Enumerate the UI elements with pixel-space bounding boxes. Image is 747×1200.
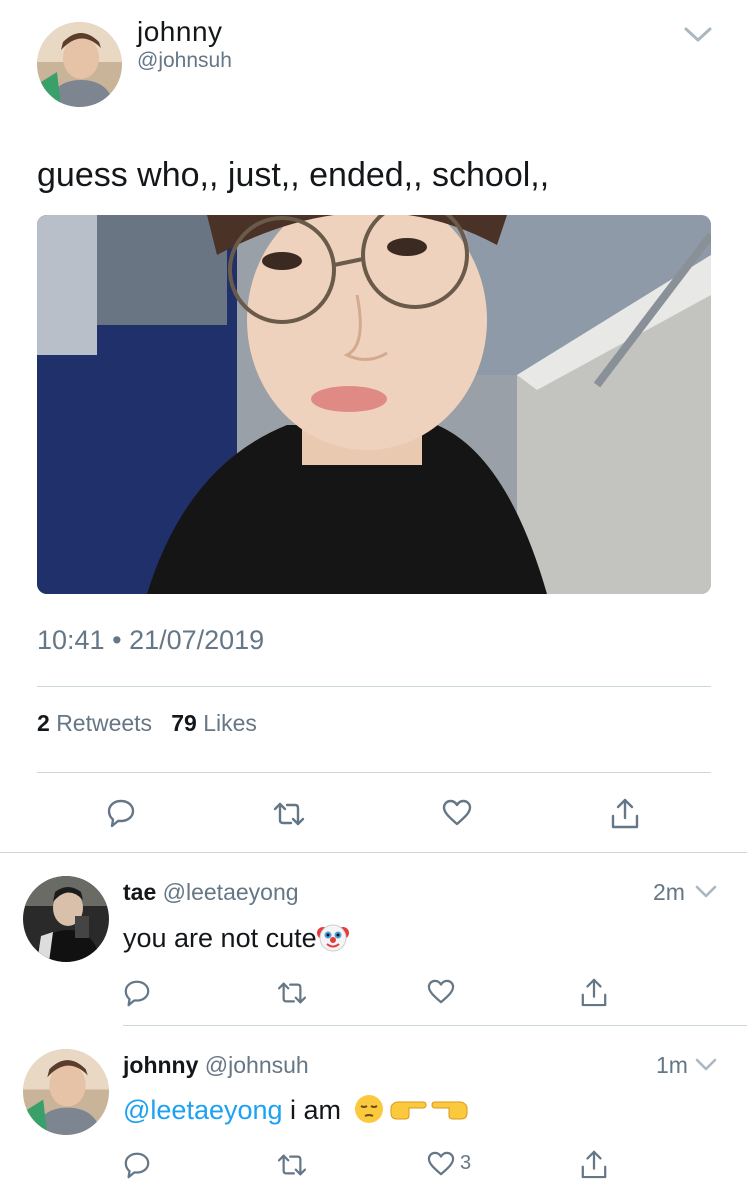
likes-label: Likes [203, 710, 257, 736]
reply-icon[interactable] [123, 979, 151, 1007]
retweets-count: 2 [37, 710, 50, 736]
likes-count: 79 [171, 710, 197, 736]
author-avatar[interactable] [37, 22, 122, 107]
heart-icon[interactable] [427, 1151, 455, 1177]
likes-stat[interactable]: 79 Likes [171, 710, 257, 736]
reply-avatar[interactable] [23, 1049, 109, 1135]
reply-text: @leetaeyong i am [123, 1093, 469, 1132]
heart-icon[interactable] [427, 979, 455, 1005]
share-icon[interactable] [610, 796, 640, 830]
timestamp-separator: • [112, 625, 122, 655]
tweet-photo[interactable] [37, 215, 711, 594]
tweet-timestamp[interactable]: 10:41 • 21/07/2019 [37, 625, 264, 656]
reply-display-name: johnny [123, 1052, 199, 1078]
clown-face-icon [316, 921, 349, 960]
share-icon[interactable] [580, 976, 608, 1008]
reply-author[interactable]: johnny @johnsuh [123, 1052, 309, 1079]
backhand-index-pointing-right-icon [389, 1097, 427, 1128]
reply-author[interactable]: tae @leetaeyong [123, 879, 299, 906]
pensive-face-icon [353, 1093, 385, 1132]
likes-count: 3 [460, 1152, 472, 1174]
divider [37, 772, 711, 773]
retweet-icon[interactable] [272, 800, 306, 828]
left-facing-hand-icon [431, 1097, 469, 1128]
reply-avatar[interactable] [23, 876, 109, 962]
reply-time: 2m [653, 879, 685, 905]
reply-icon[interactable] [123, 1151, 151, 1179]
chevron-down-icon[interactable] [694, 883, 718, 906]
reply-display-name: tae [123, 879, 157, 905]
reply-text-body: you are not cute [123, 923, 317, 953]
tweet-date: 21/07/2019 [129, 625, 265, 655]
tweet-text: guess who,, just,, ended,, school,, [37, 156, 550, 194]
retweets-stat[interactable]: 2 Retweets [37, 710, 152, 736]
share-icon[interactable] [580, 1148, 608, 1180]
retweet-icon[interactable] [276, 980, 308, 1006]
tweet-time: 10:41 [37, 625, 105, 655]
chevron-down-icon[interactable] [683, 24, 713, 46]
reply-text-body: i am [282, 1095, 342, 1125]
reply-text: you are not cute [123, 921, 349, 960]
retweet-icon[interactable] [276, 1152, 308, 1178]
reply-icon[interactable] [106, 798, 136, 828]
tweet-stats: 2 Retweets 79 Likes [37, 710, 257, 737]
heart-icon[interactable] [442, 799, 472, 827]
mention-link[interactable]: @leetaeyong [123, 1095, 283, 1125]
chevron-down-icon[interactable] [694, 1056, 718, 1079]
divider [0, 852, 747, 853]
author-display-name[interactable]: johnny [137, 16, 223, 48]
divider [37, 686, 711, 687]
reply-handle: @johnsuh [204, 1052, 309, 1078]
reply-handle: @leetaeyong [162, 879, 299, 905]
reply-time: 1m [656, 1052, 688, 1078]
author-handle[interactable]: @johnsuh [137, 49, 232, 73]
retweets-label: Retweets [56, 710, 153, 736]
divider [123, 1025, 747, 1026]
